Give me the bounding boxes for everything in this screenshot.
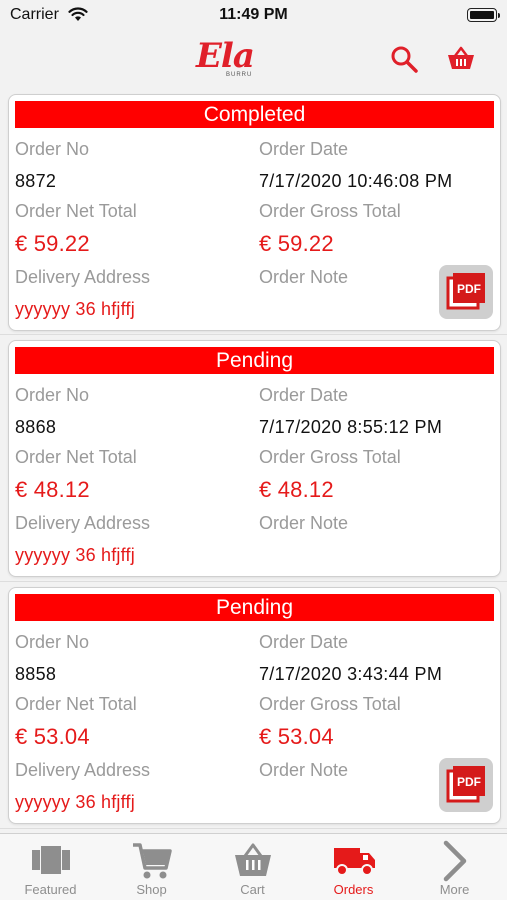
order-status-banner: Completed — [15, 101, 494, 128]
gross-total-value: € 59.22 — [259, 231, 334, 256]
order-note-label: Order Note — [259, 513, 349, 533]
delivery-address-label: Delivery Address — [15, 267, 151, 287]
tab-cart-label: Cart — [240, 882, 265, 897]
app-header: Ela BURRU — [0, 32, 507, 88]
pdf-download-button[interactable]: PDF — [439, 265, 493, 319]
order-no-label: Order No — [15, 385, 90, 405]
net-total-label: Order Net Total — [15, 694, 137, 714]
clock: 11:49 PM — [219, 6, 288, 23]
pdf-icon: PDF — [446, 273, 485, 310]
cart-icon — [133, 843, 172, 879]
tab-orders[interactable]: Orders — [303, 834, 404, 900]
delivery-address-value: yyyyyy 36 hfjffj — [15, 792, 135, 812]
basket-icon[interactable] — [446, 44, 476, 74]
order-note-label: Order Note — [259, 760, 349, 780]
gross-total-label: Order Gross Total — [259, 447, 401, 467]
order-note-label: Order Note — [259, 267, 349, 287]
order-status-banner: Pending — [15, 594, 494, 621]
logo-subtext: BURRU — [226, 72, 253, 78]
orders-list[interactable]: Completed Order No Order Date 8872 7/17/… — [0, 92, 507, 832]
basket-icon — [235, 843, 271, 876]
pdf-icon: PDF — [446, 766, 485, 803]
order-no-label: Order No — [15, 632, 90, 652]
order-status-banner: Pending — [15, 347, 494, 374]
logo-text: Ela — [196, 36, 255, 76]
order-no-value: 8872 — [15, 171, 57, 191]
order-date-value: 7/17/2020 8:55:12 PM — [259, 417, 443, 437]
tab-bar: Featured Shop Cart Orders More — [0, 833, 507, 900]
tab-featured[interactable]: Featured — [0, 834, 101, 900]
order-no-value: 8868 — [15, 417, 57, 437]
net-total-value: € 48.12 — [15, 477, 90, 502]
pdf-icon-text: PDF — [457, 775, 481, 789]
order-date-label: Order Date — [259, 139, 349, 159]
tab-more-label: More — [439, 882, 470, 897]
truck-icon — [334, 848, 375, 876]
featured-icon — [32, 846, 70, 874]
search-icon[interactable] — [389, 44, 419, 74]
list-divider — [0, 334, 507, 335]
tab-orders-label: Orders — [333, 882, 374, 897]
status-bar: Carrier 11:49 PM — [0, 0, 507, 32]
net-total-value: € 53.04 — [15, 724, 90, 749]
tab-featured-label: Featured — [24, 882, 77, 897]
pdf-download-button[interactable]: PDF — [439, 758, 493, 812]
chevron-right-icon — [443, 840, 467, 882]
order-date-value: 7/17/2020 10:46:08 PM — [259, 171, 453, 191]
tab-shop-label: Shop — [136, 882, 167, 897]
order-card[interactable]: Pending Order No Order Date 8868 7/17/20… — [8, 340, 501, 577]
order-card[interactable]: Pending Order No Order Date 8858 7/17/20… — [8, 587, 501, 824]
net-total-value: € 59.22 — [15, 231, 90, 256]
gross-total-value: € 53.04 — [259, 724, 334, 749]
pdf-icon-text: PDF — [457, 282, 481, 296]
order-date-label: Order Date — [259, 632, 349, 652]
delivery-address-label: Delivery Address — [15, 513, 151, 533]
order-no-label: Order No — [15, 139, 90, 159]
tab-more[interactable]: More — [404, 834, 505, 900]
gross-total-value: € 48.12 — [259, 477, 334, 502]
tab-cart[interactable]: Cart — [202, 834, 303, 900]
app-logo[interactable]: Ela BURRU — [196, 36, 256, 82]
delivery-address-label: Delivery Address — [15, 760, 151, 780]
delivery-address-value: yyyyyy 36 hfjffj — [15, 545, 135, 565]
tab-shop[interactable]: Shop — [101, 834, 202, 900]
battery-icon — [467, 8, 500, 22]
net-total-label: Order Net Total — [15, 447, 137, 467]
order-card[interactable]: Completed Order No Order Date 8872 7/17/… — [8, 94, 501, 331]
order-no-value: 8858 — [15, 664, 57, 684]
delivery-address-value: yyyyyy 36 hfjffj — [15, 299, 135, 319]
gross-total-label: Order Gross Total — [259, 694, 401, 714]
list-divider — [0, 581, 507, 582]
net-total-label: Order Net Total — [15, 201, 137, 221]
gross-total-label: Order Gross Total — [259, 201, 401, 221]
order-date-value: 7/17/2020 3:43:44 PM — [259, 664, 443, 684]
order-date-label: Order Date — [259, 385, 349, 405]
list-divider — [0, 828, 507, 829]
